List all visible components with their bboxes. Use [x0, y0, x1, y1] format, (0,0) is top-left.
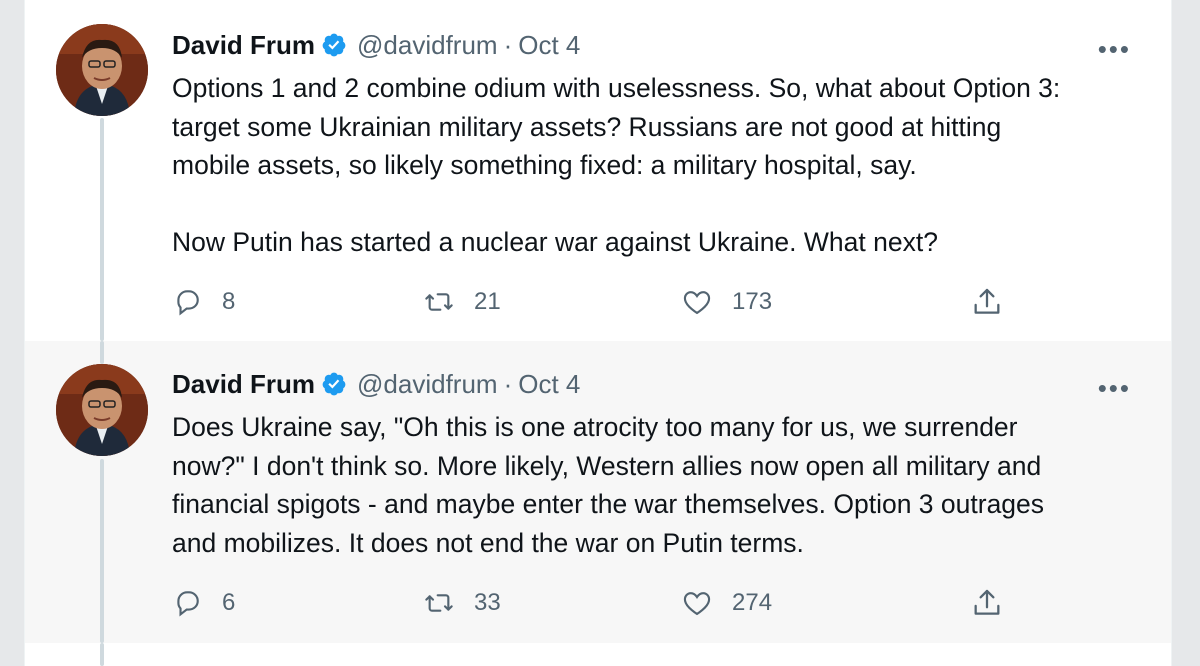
tweet-text-line: Options 1 and 2 combine odium with usele…: [172, 73, 1061, 103]
tweet-text: Options 1 and 2 combine odium with usele…: [172, 69, 1147, 262]
retweet-button[interactable]: 21: [422, 282, 501, 322]
retweet-count: 21: [474, 288, 501, 315]
verified-badge-icon: [321, 371, 347, 397]
share-button[interactable]: [970, 583, 1004, 623]
share-button[interactable]: [970, 282, 1004, 322]
avatar[interactable]: [56, 24, 148, 116]
heart-icon: [680, 286, 714, 318]
author-handle[interactable]: @davidfrum: [357, 30, 498, 61]
author-name[interactable]: David Frum: [172, 369, 315, 400]
retweet-icon: [422, 587, 456, 619]
thread-line: [100, 118, 104, 341]
tweet-text-line: [172, 185, 1147, 224]
like-button[interactable]: 173: [680, 282, 772, 322]
tweet-2[interactable]: David Frum @davidfrum · Oct 4 ••• Does U…: [25, 341, 1171, 643]
tweet-text-line: Now Putin has started a nuclear war agai…: [172, 227, 938, 257]
thread-line: [100, 643, 104, 666]
reply-count: 8: [222, 288, 236, 315]
thread-line: [100, 341, 104, 364]
next-tweet-edge: [25, 643, 1171, 666]
like-button[interactable]: 274: [680, 583, 772, 623]
heart-icon: [680, 587, 714, 619]
verified-badge-icon: [321, 32, 347, 58]
reply-icon: [172, 286, 204, 318]
tweet-text-line: financial spigots - and maybe enter the …: [172, 489, 1045, 519]
author-handle[interactable]: @davidfrum: [357, 369, 498, 400]
reply-icon: [172, 587, 204, 619]
tweet-text: Does Ukraine say, "Oh this is one atroci…: [172, 408, 1147, 562]
retweet-icon: [422, 286, 456, 318]
share-icon: [970, 586, 1004, 620]
tweet-text-line: mobile assets, so likely something fixed…: [172, 150, 917, 180]
tweet-header: David Frum @davidfrum · Oct 4: [172, 27, 580, 63]
thread-line: [100, 459, 104, 643]
like-count: 274: [732, 589, 773, 616]
tweet-text-line: target some Ukrainian military assets? R…: [172, 111, 1002, 142]
separator: ·: [503, 368, 513, 399]
reply-button[interactable]: 8: [172, 282, 235, 322]
like-count: 173: [732, 288, 773, 315]
tweet-header: David Frum @davidfrum · Oct 4: [172, 366, 580, 402]
retweet-count: 33: [474, 589, 501, 616]
tweet-actions: 6 33 274: [172, 583, 1002, 623]
tweet-actions: 8 21 173: [172, 282, 1002, 322]
author-name[interactable]: David Frum: [172, 30, 315, 61]
tweet-date[interactable]: Oct 4: [518, 30, 580, 61]
tweet-text-line: now?" I don't think so. More likely, Wes…: [172, 450, 1042, 481]
more-options-icon[interactable]: •••: [1098, 373, 1131, 404]
tweet-text-line: and mobilizes. It does not end the war o…: [172, 527, 804, 558]
reply-count: 6: [222, 589, 236, 616]
tweet-thread: David Frum @davidfrum · Oct 4 ••• Option…: [24, 0, 1172, 666]
avatar[interactable]: [56, 364, 148, 456]
share-icon: [970, 285, 1004, 319]
tweet-date[interactable]: Oct 4: [518, 369, 580, 400]
tweet-1[interactable]: David Frum @davidfrum · Oct 4 ••• Option…: [25, 0, 1171, 341]
reply-button[interactable]: 6: [172, 583, 235, 623]
retweet-button[interactable]: 33: [422, 583, 501, 623]
tweet-text-line: Does Ukraine say, "Oh this is one atroci…: [172, 412, 1018, 442]
more-options-icon[interactable]: •••: [1098, 34, 1131, 65]
separator: ·: [503, 29, 513, 60]
